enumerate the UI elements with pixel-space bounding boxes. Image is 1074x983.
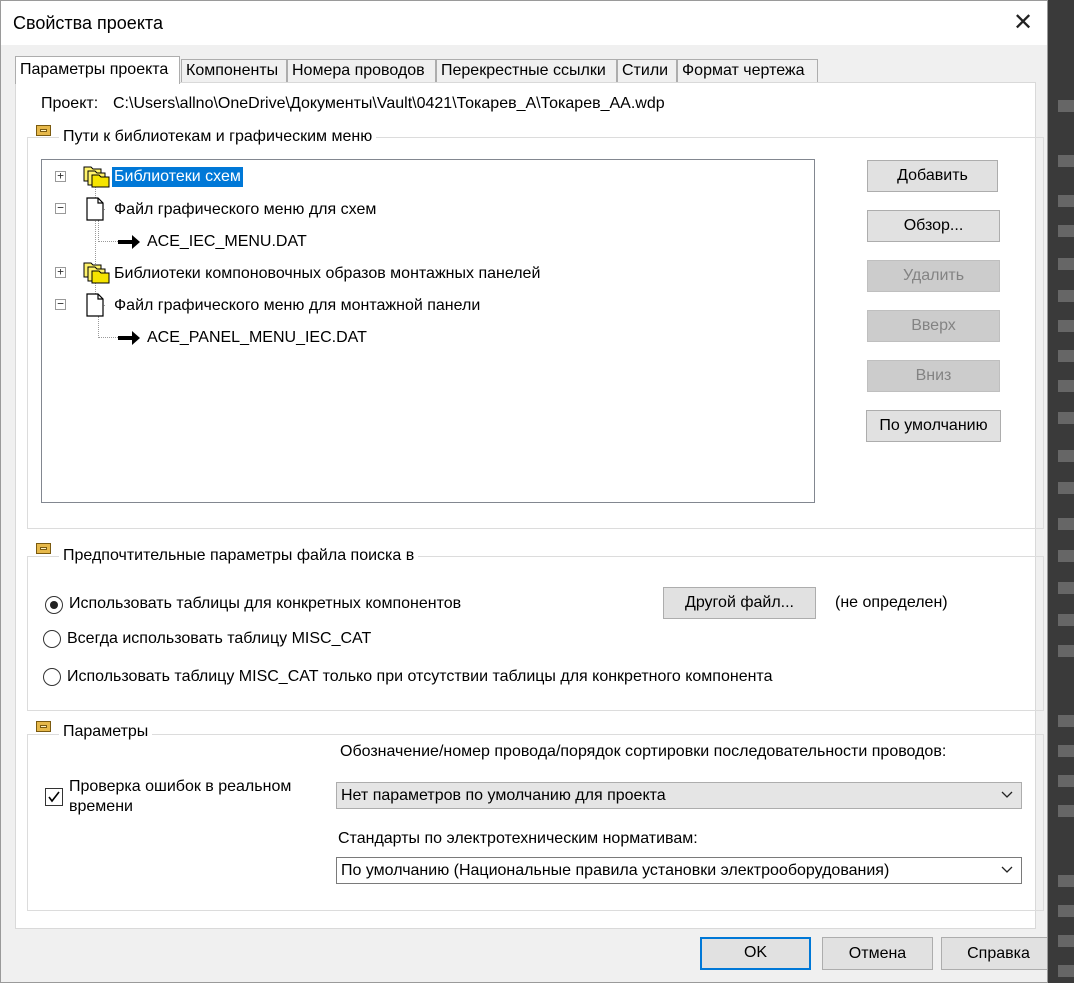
- chevron-down-icon: [1001, 866, 1013, 873]
- close-icon[interactable]: ✕: [1007, 7, 1039, 39]
- lookup-preferences-group-title: Предпочтительные параметры файла поиска …: [59, 547, 419, 565]
- tree-item-panel-menu-file[interactable]: Файл графического меню для монтажной пан…: [112, 296, 482, 316]
- document-icon: [86, 197, 104, 221]
- arrow-icon: [118, 331, 140, 345]
- group-folder-icon: [36, 543, 51, 554]
- radio-label-use-component-tables: Использовать таблицы для конкретных комп…: [69, 595, 462, 612]
- wire-sort-select[interactable]: Нет параметров по умолчанию для проекта: [336, 782, 1022, 809]
- arrow-icon: [118, 235, 140, 249]
- radio-misc-cat-fallback[interactable]: [43, 668, 61, 686]
- project-label: Проект:: [41, 95, 99, 112]
- radio-label-misc-cat-fallback: Использовать таблицу MISC_CAT только при…: [67, 668, 773, 685]
- tab-project-settings[interactable]: Параметры проекта: [15, 56, 180, 84]
- realtime-check-label-line2: времени: [69, 798, 133, 815]
- tab-wire-numbers[interactable]: Номера проводов: [287, 59, 436, 83]
- library-paths-group-title: Пути к библиотекам и графическим меню: [59, 128, 377, 146]
- tab-drawing-format[interactable]: Формат чертежа: [677, 59, 818, 83]
- radio-always-misc-cat[interactable]: [43, 630, 61, 648]
- expand-icon[interactable]: +: [55, 266, 66, 278]
- standards-select[interactable]: По умолчанию (Национальные правила устан…: [336, 857, 1022, 884]
- wire-sort-label: Обозначение/номер провода/порядок сортир…: [340, 743, 947, 760]
- folders-icon: [83, 262, 110, 284]
- move-up-button[interactable]: Вверх: [867, 310, 1000, 342]
- project-path: C:\Users\allno\OneDrive\Документы\Vault\…: [113, 95, 665, 112]
- radio-label-always-misc-cat: Всегда использовать таблицу MISC_CAT: [67, 630, 372, 647]
- folders-icon: [83, 166, 110, 188]
- help-button[interactable]: Справка: [941, 937, 1047, 970]
- tree-item-panel-libraries[interactable]: Библиотеки компоновочных образов монтажн…: [112, 264, 542, 284]
- title-bar: Свойства проекта ✕: [1, 1, 1047, 45]
- parameters-group-title: Параметры: [59, 723, 153, 741]
- tree-item-ace-iec-menu[interactable]: ACE_IEC_MENU.DAT: [145, 232, 309, 252]
- add-button[interactable]: Добавить: [867, 160, 998, 192]
- realtime-check-label-line1: Проверка ошибок в реальном: [69, 778, 292, 795]
- tree-item-schematic-libraries[interactable]: Библиотеки схем: [112, 167, 243, 187]
- realtime-check-checkbox[interactable]: [45, 788, 63, 806]
- tab-styles[interactable]: Стили: [617, 59, 677, 83]
- collapse-icon[interactable]: −: [55, 202, 66, 214]
- chevron-down-icon: [1001, 791, 1013, 798]
- group-folder-icon: [36, 721, 51, 732]
- background-app-sliver: [1048, 0, 1074, 983]
- radio-use-component-tables[interactable]: [45, 596, 63, 614]
- browse-button[interactable]: Обзор...: [867, 210, 1000, 242]
- dialog-title: Свойства проекта: [13, 13, 163, 33]
- tab-components[interactable]: Компоненты: [181, 59, 287, 83]
- library-tree[interactable]: + Библиотеки схем − Файл графического ме…: [41, 159, 815, 503]
- tab-cross-references[interactable]: Перекрестные ссылки: [436, 59, 617, 83]
- collapse-icon[interactable]: −: [55, 298, 66, 310]
- default-paths-button[interactable]: По умолчанию: [866, 410, 1001, 442]
- expand-icon[interactable]: +: [55, 170, 66, 182]
- standards-label: Стандарты по электротехническим норматив…: [338, 830, 698, 847]
- other-file-status: (не определен): [835, 594, 948, 611]
- cancel-button[interactable]: Отмена: [822, 937, 933, 970]
- tree-item-ace-panel-menu[interactable]: ACE_PANEL_MENU_IEC.DAT: [145, 328, 369, 348]
- move-down-button[interactable]: Вниз: [867, 360, 1000, 392]
- tree-item-schematic-menu-file[interactable]: Файл графического меню для схем: [112, 200, 378, 220]
- delete-button[interactable]: Удалить: [867, 260, 1000, 292]
- standards-value: По умолчанию (Национальные правила устан…: [341, 862, 890, 879]
- document-icon: [86, 293, 104, 317]
- ok-button[interactable]: OK: [700, 937, 811, 970]
- wire-sort-value: Нет параметров по умолчанию для проекта: [341, 787, 666, 804]
- project-properties-dialog: Свойства проекта ✕ Параметры проекта Ком…: [0, 0, 1048, 983]
- group-folder-icon: [36, 125, 51, 136]
- other-file-button[interactable]: Другой файл...: [663, 587, 816, 619]
- check-mark-icon: [48, 791, 60, 803]
